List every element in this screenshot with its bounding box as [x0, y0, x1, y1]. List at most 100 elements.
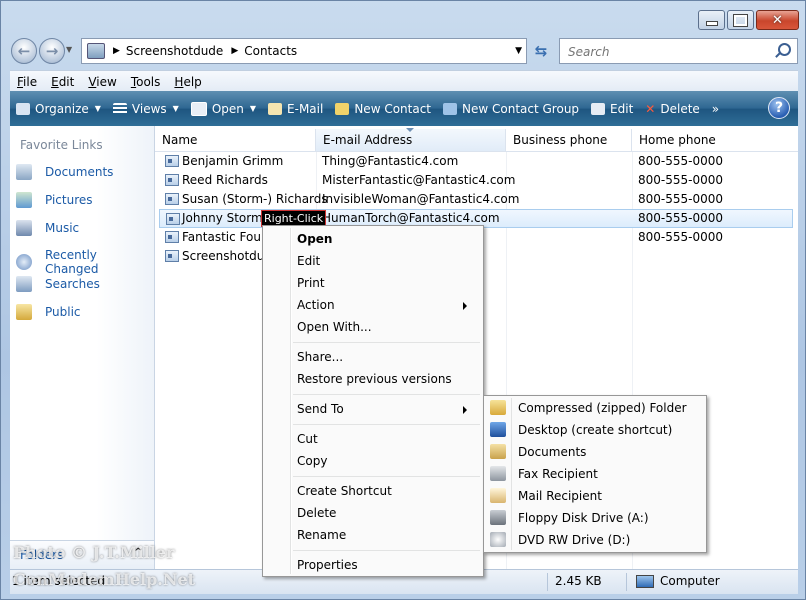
email-button[interactable]: E-Mail [262, 91, 329, 126]
edit-button[interactable]: Edit [585, 91, 639, 126]
caption-buttons: ✕ [698, 10, 799, 30]
maximize-button[interactable] [727, 10, 754, 30]
menu-separator [293, 424, 480, 425]
documents-icon [16, 164, 32, 180]
edit-icon [591, 102, 606, 115]
favorite-links-heading: Favorite Links [20, 138, 103, 152]
status-location: Computer [660, 574, 720, 588]
search-icon[interactable] [778, 43, 791, 56]
sidebar-item-recently-changed[interactable]: Recently Changed [16, 248, 154, 276]
context-cut[interactable]: Cut [297, 428, 477, 450]
documents-icon [490, 444, 506, 459]
address-dropdown-icon[interactable]: ▼ [515, 46, 522, 56]
new-contact-button[interactable]: New Contact [329, 91, 437, 126]
menu-file[interactable]: File [10, 75, 44, 89]
contacts-folder-icon [87, 43, 105, 59]
context-open-with[interactable]: Open With... [297, 316, 477, 338]
minimize-button[interactable] [698, 10, 725, 30]
computer-icon [636, 575, 654, 588]
context-share[interactable]: Share... [297, 346, 477, 368]
command-bar: Organize ▼ Views ▼ Open ▼ E-Mail New Contac… [10, 91, 798, 126]
fax-icon [490, 466, 506, 481]
contact-icon [165, 155, 179, 167]
help-icon[interactable]: ? [768, 97, 790, 119]
send-to-fax-recipient[interactable]: Fax Recipient [484, 463, 706, 485]
context-copy[interactable]: Copy [297, 450, 477, 472]
context-delete[interactable]: Delete [297, 502, 477, 524]
context-rename[interactable]: Rename [297, 524, 477, 546]
floppy-icon [490, 510, 506, 525]
address-bar[interactable]: ▶ Screenshotdude ▶ Contacts ▼ [81, 38, 527, 64]
organize-button[interactable]: Organize ▼ [10, 91, 107, 126]
send-to-documents[interactable]: Documents [484, 441, 706, 463]
breadcrumb-separator-icon[interactable]: ▶ [113, 46, 120, 56]
send-to-compressed-folder[interactable]: Compressed (zipped) Folder [484, 397, 706, 419]
column-header-name[interactable]: Name [155, 129, 316, 151]
mail-icon [490, 488, 506, 503]
views-icon [112, 102, 127, 115]
context-create-shortcut[interactable]: Create Shortcut [297, 480, 477, 502]
send-to-floppy-drive[interactable]: Floppy Disk Drive (A:) [484, 507, 706, 529]
contact-icon [165, 174, 179, 186]
refresh-icon[interactable]: ⇆ [529, 38, 553, 64]
sidebar-item-public[interactable]: Public [16, 304, 81, 320]
open-button[interactable]: Open ▼ [185, 91, 262, 126]
desktop-icon [490, 422, 506, 437]
contact-icon [166, 213, 180, 225]
context-print[interactable]: Print [297, 272, 477, 294]
column-header-business-phone[interactable]: Business phone [506, 129, 632, 151]
views-button[interactable]: Views ▼ [107, 91, 185, 126]
table-row[interactable]: Reed Richards MisterFantastic@Fantastic4… [159, 171, 793, 190]
navigation-pane: Favorite Links Documents Pictures Music … [10, 126, 155, 569]
send-to-submenu: Compressed (zipped) Folder Desktop (crea… [483, 395, 707, 553]
status-divider [547, 573, 548, 591]
contact-icon [165, 193, 179, 205]
context-open[interactable]: Open [297, 228, 477, 250]
send-to-dvd-drive[interactable]: DVD RW Drive (D:) [484, 529, 706, 551]
delete-x-icon: ✕ [645, 101, 656, 116]
search-input[interactable] [566, 40, 770, 64]
contact-group-icon [165, 231, 179, 243]
new-contact-group-button[interactable]: New Contact Group [437, 91, 585, 126]
menu-edit[interactable]: Edit [44, 75, 81, 89]
organize-icon [16, 102, 30, 115]
menu-view[interactable]: View [81, 75, 123, 89]
context-restore-previous-versions[interactable]: Restore previous versions [297, 368, 477, 390]
context-edit[interactable]: Edit [297, 250, 477, 272]
recent-pages-dropdown[interactable]: ▼ [66, 45, 76, 57]
menu-help[interactable]: Help [167, 75, 208, 89]
sidebar-item-documents[interactable]: Documents [16, 164, 113, 180]
public-folder-icon [16, 304, 32, 320]
search-box[interactable] [559, 38, 798, 64]
menu-tools[interactable]: Tools [124, 75, 168, 89]
forward-button[interactable]: → [39, 38, 65, 64]
column-header-email[interactable]: E-mail Address [316, 128, 506, 151]
send-to-mail-recipient[interactable]: Mail Recipient [484, 485, 706, 507]
more-commands-button[interactable]: » [706, 91, 725, 126]
context-menu: Open Edit Print Action Open With... Shar… [262, 225, 484, 577]
breadcrumb-contacts[interactable]: Contacts [244, 44, 297, 58]
context-action[interactable]: Action [297, 294, 477, 316]
context-send-to[interactable]: Send To [297, 398, 477, 420]
menu-separator [293, 476, 480, 477]
searches-icon [16, 276, 32, 292]
status-size: 2.45 KB [555, 574, 602, 588]
menu-bar: File Edit View Tools Help [10, 70, 798, 92]
delete-button[interactable]: ✕ Delete [639, 91, 706, 126]
breadcrumb-separator-icon[interactable]: ▶ [231, 46, 238, 56]
sidebar-item-music[interactable]: Music [16, 220, 79, 236]
column-header-home-phone[interactable]: Home phone [632, 129, 798, 151]
menu-separator [293, 342, 480, 343]
context-properties[interactable]: Properties [297, 554, 477, 576]
close-button[interactable]: ✕ [756, 10, 799, 30]
breadcrumb-screenshotdude[interactable]: Screenshotdude [126, 44, 223, 58]
submenu-arrow-icon [463, 406, 467, 414]
sidebar-item-searches[interactable]: Searches [16, 276, 100, 292]
table-row[interactable]: Benjamin Grimm Thing@Fantastic4.com 800-… [159, 152, 793, 171]
contact-card-icon [190, 101, 207, 116]
submenu-arrow-icon [463, 302, 467, 310]
sidebar-item-pictures[interactable]: Pictures [16, 192, 93, 208]
back-button[interactable]: ← [11, 38, 37, 64]
table-row[interactable]: Susan (Storm-) Richards InvisibleWoman@F… [159, 190, 793, 209]
send-to-desktop[interactable]: Desktop (create shortcut) [484, 419, 706, 441]
